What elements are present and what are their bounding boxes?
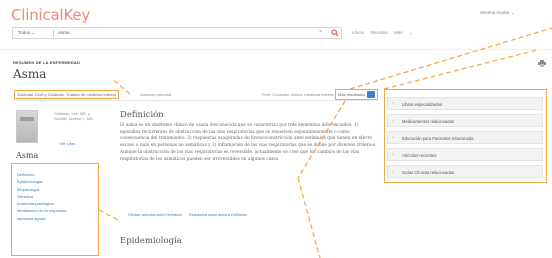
related-item-label: Medicamentos relacionados: [402, 118, 455, 124]
header-divider: [0, 49, 552, 50]
article-body: El asma es un síndrome clínico de causa …: [120, 123, 377, 162]
print-icon[interactable]: [538, 60, 546, 67]
nav-libros[interactable]: Libros: [352, 30, 364, 35]
more-results-button[interactable]: Más resultados: [335, 89, 379, 100]
tab-ferri[interactable]: Ferri. Consultor clínico: medicina inter…: [262, 92, 334, 97]
chevron-right-icon: ›: [392, 118, 394, 124]
toc-item[interactable]: asmática aguda: [17, 215, 66, 222]
article-heading-epidemiology: Epidemiología: [120, 236, 182, 246]
chevron-right-icon: ›: [392, 101, 394, 107]
toc-item[interactable]: Biopatología: [17, 186, 66, 193]
toc-list: Definición Epidemiología Biopatología Ge…: [17, 171, 66, 222]
related-item-books[interactable]: › Libros especializados: [387, 97, 543, 110]
book-authors: Goldman, Lee, MD, y Schafer, Andrew I., …: [54, 112, 93, 121]
toc-item[interactable]: Genética: [17, 193, 66, 200]
tab-atencion-primaria[interactable]: Atención primaria: [140, 92, 171, 97]
nav-mas-label: Más: [394, 30, 403, 35]
nav-revistas[interactable]: Revistas: [371, 30, 388, 35]
chevron-down-icon: ⌄: [511, 10, 515, 15]
related-articles-link[interactable]: Ofertas: artículos sobre Definición: [128, 213, 182, 217]
related-item-patient-education[interactable]: › Educación para Pacientes relacionada: [387, 131, 543, 144]
callout-line: [349, 27, 552, 90]
callout-line: [297, 177, 321, 258]
toc-item[interactable]: Mediadores de la respuesta: [17, 207, 66, 214]
related-item-drugs[interactable]: › Medicamentos relacionados: [387, 114, 543, 127]
search-scope-dropdown[interactable]: Todos ⌄: [18, 30, 35, 36]
page: ClinicalKey Ximena Acuña ⌄ Todos ⌄ Asma ×…: [0, 0, 552, 258]
book-section-title: Asma: [16, 151, 39, 160]
callout-line: [383, 49, 538, 90]
source-tabs: Goldman-Cecil y Goldman. Tratado de medi…: [12, 89, 379, 101]
search-input[interactable]: Asma: [58, 30, 70, 35]
chevron-right-icon: ›: [392, 169, 394, 175]
related-item-label: Educación para Pacientes relacionada: [402, 135, 474, 141]
more-results-icon: [367, 91, 376, 98]
search-divider: [53, 30, 54, 37]
clear-search-icon[interactable]: ×: [319, 29, 322, 35]
user-name: Ximena Acuña: [480, 10, 510, 15]
chevron-down-icon: ⌄: [408, 30, 413, 35]
book-cover[interactable]: [16, 110, 38, 143]
chevron-right-icon: ›: [392, 135, 394, 141]
related-item-label: Artículos recientes: [402, 152, 437, 158]
chevron-right-icon: ›: [392, 152, 394, 158]
article-heading: Definición: [120, 110, 164, 120]
search-bar: Todos ⌄ Asma ×: [12, 27, 342, 39]
related-item-recent-articles[interactable]: › Artículos recientes: [387, 148, 543, 161]
related-item-label: Libros especializados: [402, 101, 443, 107]
chevron-down-icon: ⌄: [31, 30, 36, 35]
related-results-link[interactable]: Resultados sobre asma & Definición: [189, 213, 247, 217]
table-of-contents: Definición Epidemiología Biopatología Ge…: [11, 163, 99, 256]
search-scope-label: Todos: [18, 30, 31, 35]
more-results-label: Más resultados: [338, 92, 366, 97]
toc-item[interactable]: Anatomía patológica: [17, 200, 66, 207]
callout-line: [98, 209, 119, 221]
related-item-guidelines[interactable]: › Guías Clínicas relacionadas: [387, 165, 543, 178]
section-eyebrow: RESUMEN DE LA ENFERMEDAD: [13, 60, 81, 65]
toc-item[interactable]: Epidemiología: [17, 178, 66, 185]
page-title: Asma: [13, 67, 47, 81]
header-nav: Libros Revistas Más ⌄: [352, 30, 423, 36]
search-icon[interactable]: [331, 29, 339, 37]
user-menu[interactable]: Ximena Acuña ⌄: [480, 10, 514, 15]
toc-item[interactable]: Definición: [17, 171, 66, 178]
clinicalkey-logo[interactable]: ClinicalKey: [11, 6, 90, 24]
related-item-label: Guías Clínicas relacionadas: [402, 169, 455, 175]
nav-mas[interactable]: Más ⌄: [394, 30, 418, 35]
view-book-link[interactable]: Ver Libro: [60, 142, 75, 146]
tab-goldman-cecil[interactable]: Goldman-Cecil y Goldman. Tratado de medi…: [14, 90, 119, 99]
article-related-links: Ofertas: artículos sobre Definición Resu…: [128, 213, 253, 217]
related-content-panel: › Libros especializados › Medicamentos r…: [384, 89, 547, 183]
